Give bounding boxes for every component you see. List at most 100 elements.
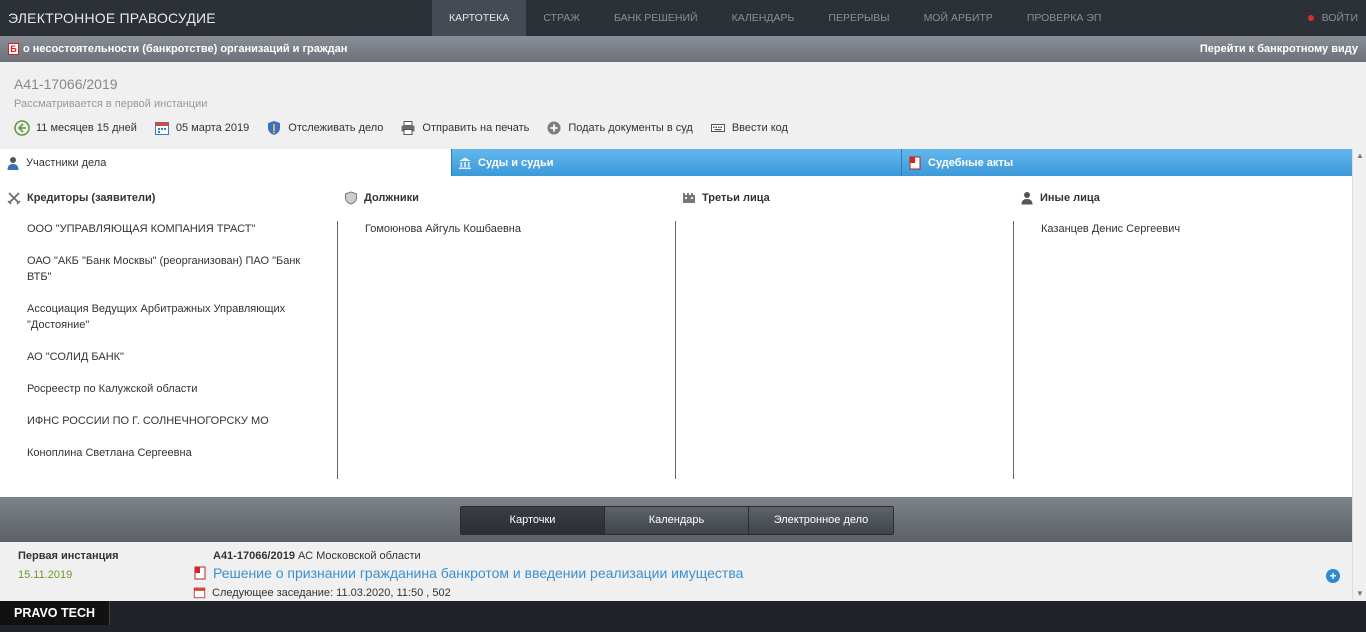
third-parties-title: Третьи лица	[702, 192, 770, 204]
shield-outline-icon	[345, 191, 357, 205]
person-suit-icon	[7, 156, 19, 170]
courthouse-icon	[459, 157, 471, 169]
instance-document: Решение о признании гражданина банкротом…	[193, 565, 743, 581]
vertical-scrollbar[interactable]: ▲ ▼	[1352, 149, 1366, 601]
other-persons-list: Казанцев Денис Сергеевич	[1013, 221, 1352, 479]
third-parties-header: Третьи лица	[682, 191, 770, 205]
list-item[interactable]: ОАО "АКБ "Банк Москвы" (реорганизован) П…	[27, 253, 310, 285]
bankruptcy-title: о несостоятельности (банкротстве) органи…	[23, 43, 348, 55]
nav-item-breaks[interactable]: ПЕРЕРЫВЫ	[811, 0, 906, 36]
footer-brand[interactable]: PRAVO TECH	[0, 601, 111, 625]
keyboard-icon	[710, 124, 725, 132]
main-nav: КАРТОТЕКА СТРАЖ БАНК РЕШЕНИЙ КАЛЕНДАРЬ П…	[432, 0, 1118, 36]
track-case-button[interactable]: Отслеживать дело	[266, 120, 383, 136]
case-start-date: 05 марта 2019	[154, 120, 249, 136]
tab-participants-label: Участники дела	[26, 156, 107, 169]
document-link[interactable]: Решение о признании гражданина банкротом…	[213, 565, 743, 581]
enter-code-button[interactable]: Ввести код	[710, 120, 788, 136]
expand-plus-icon[interactable]: +	[1326, 569, 1340, 583]
case-duration-label: 11 месяцев 15 дней	[36, 122, 137, 134]
print-label: Отправить на печать	[422, 122, 530, 134]
third-parties-column: Третьи лица	[675, 176, 1014, 497]
nav-item-bank-resheniy[interactable]: БАНК РЕШЕНИЙ	[597, 0, 715, 36]
printer-icon	[401, 121, 415, 135]
list-item[interactable]: ИФНС РОССИИ ПО Г. СОЛНЕЧНОГОРСКУ МО	[27, 413, 310, 429]
list-item[interactable]: ООО "УПРАВЛЯЮЩАЯ КОМПАНИЯ ТРАСТ"	[27, 221, 310, 237]
creditors-column: Кредиторы (заявители) ООО "УПРАВЛЯЮЩАЯ К…	[0, 176, 338, 497]
tab-calendar[interactable]: Календарь	[605, 507, 749, 534]
tab-participants[interactable]: Участники дела	[0, 149, 451, 176]
list-item[interactable]: Росреестр по Калужской области	[27, 381, 310, 397]
other-persons-header: Иные лица	[1020, 191, 1100, 205]
next-hearing: Следующее заседание: 11.03.2020, 11:50 ,…	[193, 586, 451, 599]
tab-court-acts[interactable]: Судебные акты	[901, 149, 1352, 176]
nav-item-strazh[interactable]: СТРАЖ	[526, 0, 597, 36]
nav-item-kartoteka[interactable]: КАРТОТЕКА	[432, 0, 527, 36]
list-item[interactable]: Ассоциация Ведущих Арбитражных Управляющ…	[27, 301, 310, 333]
bankruptcy-icon: Б	[8, 43, 19, 55]
creditors-list: ООО "УПРАВЛЯЮЩАЯ КОМПАНИЯ ТРАСТ" ОАО "АК…	[0, 221, 338, 479]
creditors-header: Кредиторы (заявители)	[7, 191, 155, 205]
case-tabs: Участники дела Суды и судьи Судебные акт…	[0, 149, 1352, 176]
footer: PRAVO TECH	[0, 601, 1366, 632]
submit-documents-label: Подать документы в суд	[568, 122, 693, 134]
scroll-down-icon[interactable]: ▼	[1353, 587, 1366, 601]
calendar-icon	[154, 122, 169, 135]
case-number: А41-17066/2019	[14, 76, 118, 92]
third-parties-list	[675, 221, 1014, 479]
tab-courts-judges[interactable]: Суды и судьи	[451, 149, 901, 176]
plus-circle-icon	[547, 121, 561, 135]
creditors-title: Кредиторы (заявители)	[27, 192, 156, 204]
instance-case-number: А41-17066/2019	[213, 550, 295, 562]
enter-code-label: Ввести код	[731, 122, 788, 134]
person-icon	[1021, 192, 1033, 205]
crossed-swords-icon	[7, 192, 21, 205]
nav-item-my-arbitr[interactable]: МОЙ АРБИТР	[907, 0, 1010, 36]
submit-documents-button[interactable]: Подать документы в суд	[546, 120, 693, 136]
nav-item-calendar[interactable]: КАЛЕНДАРЬ	[715, 0, 812, 36]
nav-item-check-ep[interactable]: ПРОВЕРКА ЭП	[1010, 0, 1119, 36]
back-arrow-icon	[14, 120, 30, 136]
debtors-list: Гомоюнова Айгуль Кошбаевна	[337, 221, 676, 479]
building-icon	[683, 193, 695, 203]
track-case-label: Отслеживать дело	[288, 122, 384, 134]
login-label: ВОЙТИ	[1321, 12, 1358, 24]
debtors-column: Должники Гомоюнова Айгуль Кошбаевна	[337, 176, 676, 497]
pdf-document-icon	[194, 566, 206, 580]
case-duration: 11 месяцев 15 дней	[14, 120, 137, 136]
login-link[interactable]: ВОЙТИ	[1307, 0, 1358, 36]
site-brand[interactable]: ЭЛЕКТРОННОЕ ПРАВОСУДИЕ	[0, 10, 432, 26]
case-start-date-label: 05 марта 2019	[175, 122, 250, 134]
print-button[interactable]: Отправить на печать	[400, 120, 529, 136]
list-item[interactable]: Коноплина Светлана Сергеевна	[27, 445, 310, 461]
tab-electronic-case[interactable]: Электронное дело	[749, 507, 893, 534]
tab-cards[interactable]: Карточки	[461, 507, 605, 534]
debtors-header: Должники	[344, 191, 419, 205]
participants-panel: Кредиторы (заявители) ООО "УПРАВЛЯЮЩАЯ К…	[0, 176, 1352, 497]
other-persons-column: Иные лица Казанцев Денис Сергеевич	[1013, 176, 1352, 497]
instance-case: А41-17066/2019 АС Московской области	[213, 550, 421, 562]
pdf-document-icon	[909, 156, 921, 169]
case-status: Рассматривается в первой инстанции	[14, 98, 208, 110]
other-persons-title: Иные лица	[1040, 192, 1100, 204]
chronology-tabs: Карточки Календарь Электронное дело	[460, 506, 894, 535]
case-header: А41-17066/2019 Рассматривается в первой …	[0, 62, 1366, 149]
list-item[interactable]: Гомоюнова Айгуль Кошбаевна	[365, 221, 676, 237]
bankruptcy-view-link[interactable]: Перейти к банкротному виду	[1200, 43, 1358, 55]
scroll-up-icon[interactable]: ▲	[1353, 149, 1366, 163]
list-item[interactable]: Казанцев Денис Сергеевич	[1041, 221, 1352, 237]
top-navigation: ЭЛЕКТРОННОЕ ПРАВОСУДИЕ КАРТОТЕКА СТРАЖ Б…	[0, 0, 1366, 36]
chronology-tabs-bar: Карточки Календарь Электронное дело	[0, 497, 1352, 542]
instance-label: Первая инстанция	[18, 550, 119, 562]
instance-row: Первая инстанция 15.11.2019 А41-17066/20…	[0, 542, 1352, 601]
status-dot-icon	[1307, 15, 1314, 21]
shield-icon	[268, 121, 281, 135]
debtors-title: Должники	[364, 192, 419, 204]
instance-date: 15.11.2019	[18, 569, 73, 581]
tab-court-acts-label: Судебные акты	[928, 156, 1014, 169]
tab-courts-judges-label: Суды и судьи	[478, 156, 554, 169]
case-actions: 11 месяцев 15 дней 05 марта 2019 Отслежи…	[14, 120, 805, 136]
instance-court: АС Московской области	[298, 550, 421, 562]
calendar-icon	[193, 587, 206, 599]
list-item[interactable]: АО "СОЛИД БАНК"	[27, 349, 310, 365]
